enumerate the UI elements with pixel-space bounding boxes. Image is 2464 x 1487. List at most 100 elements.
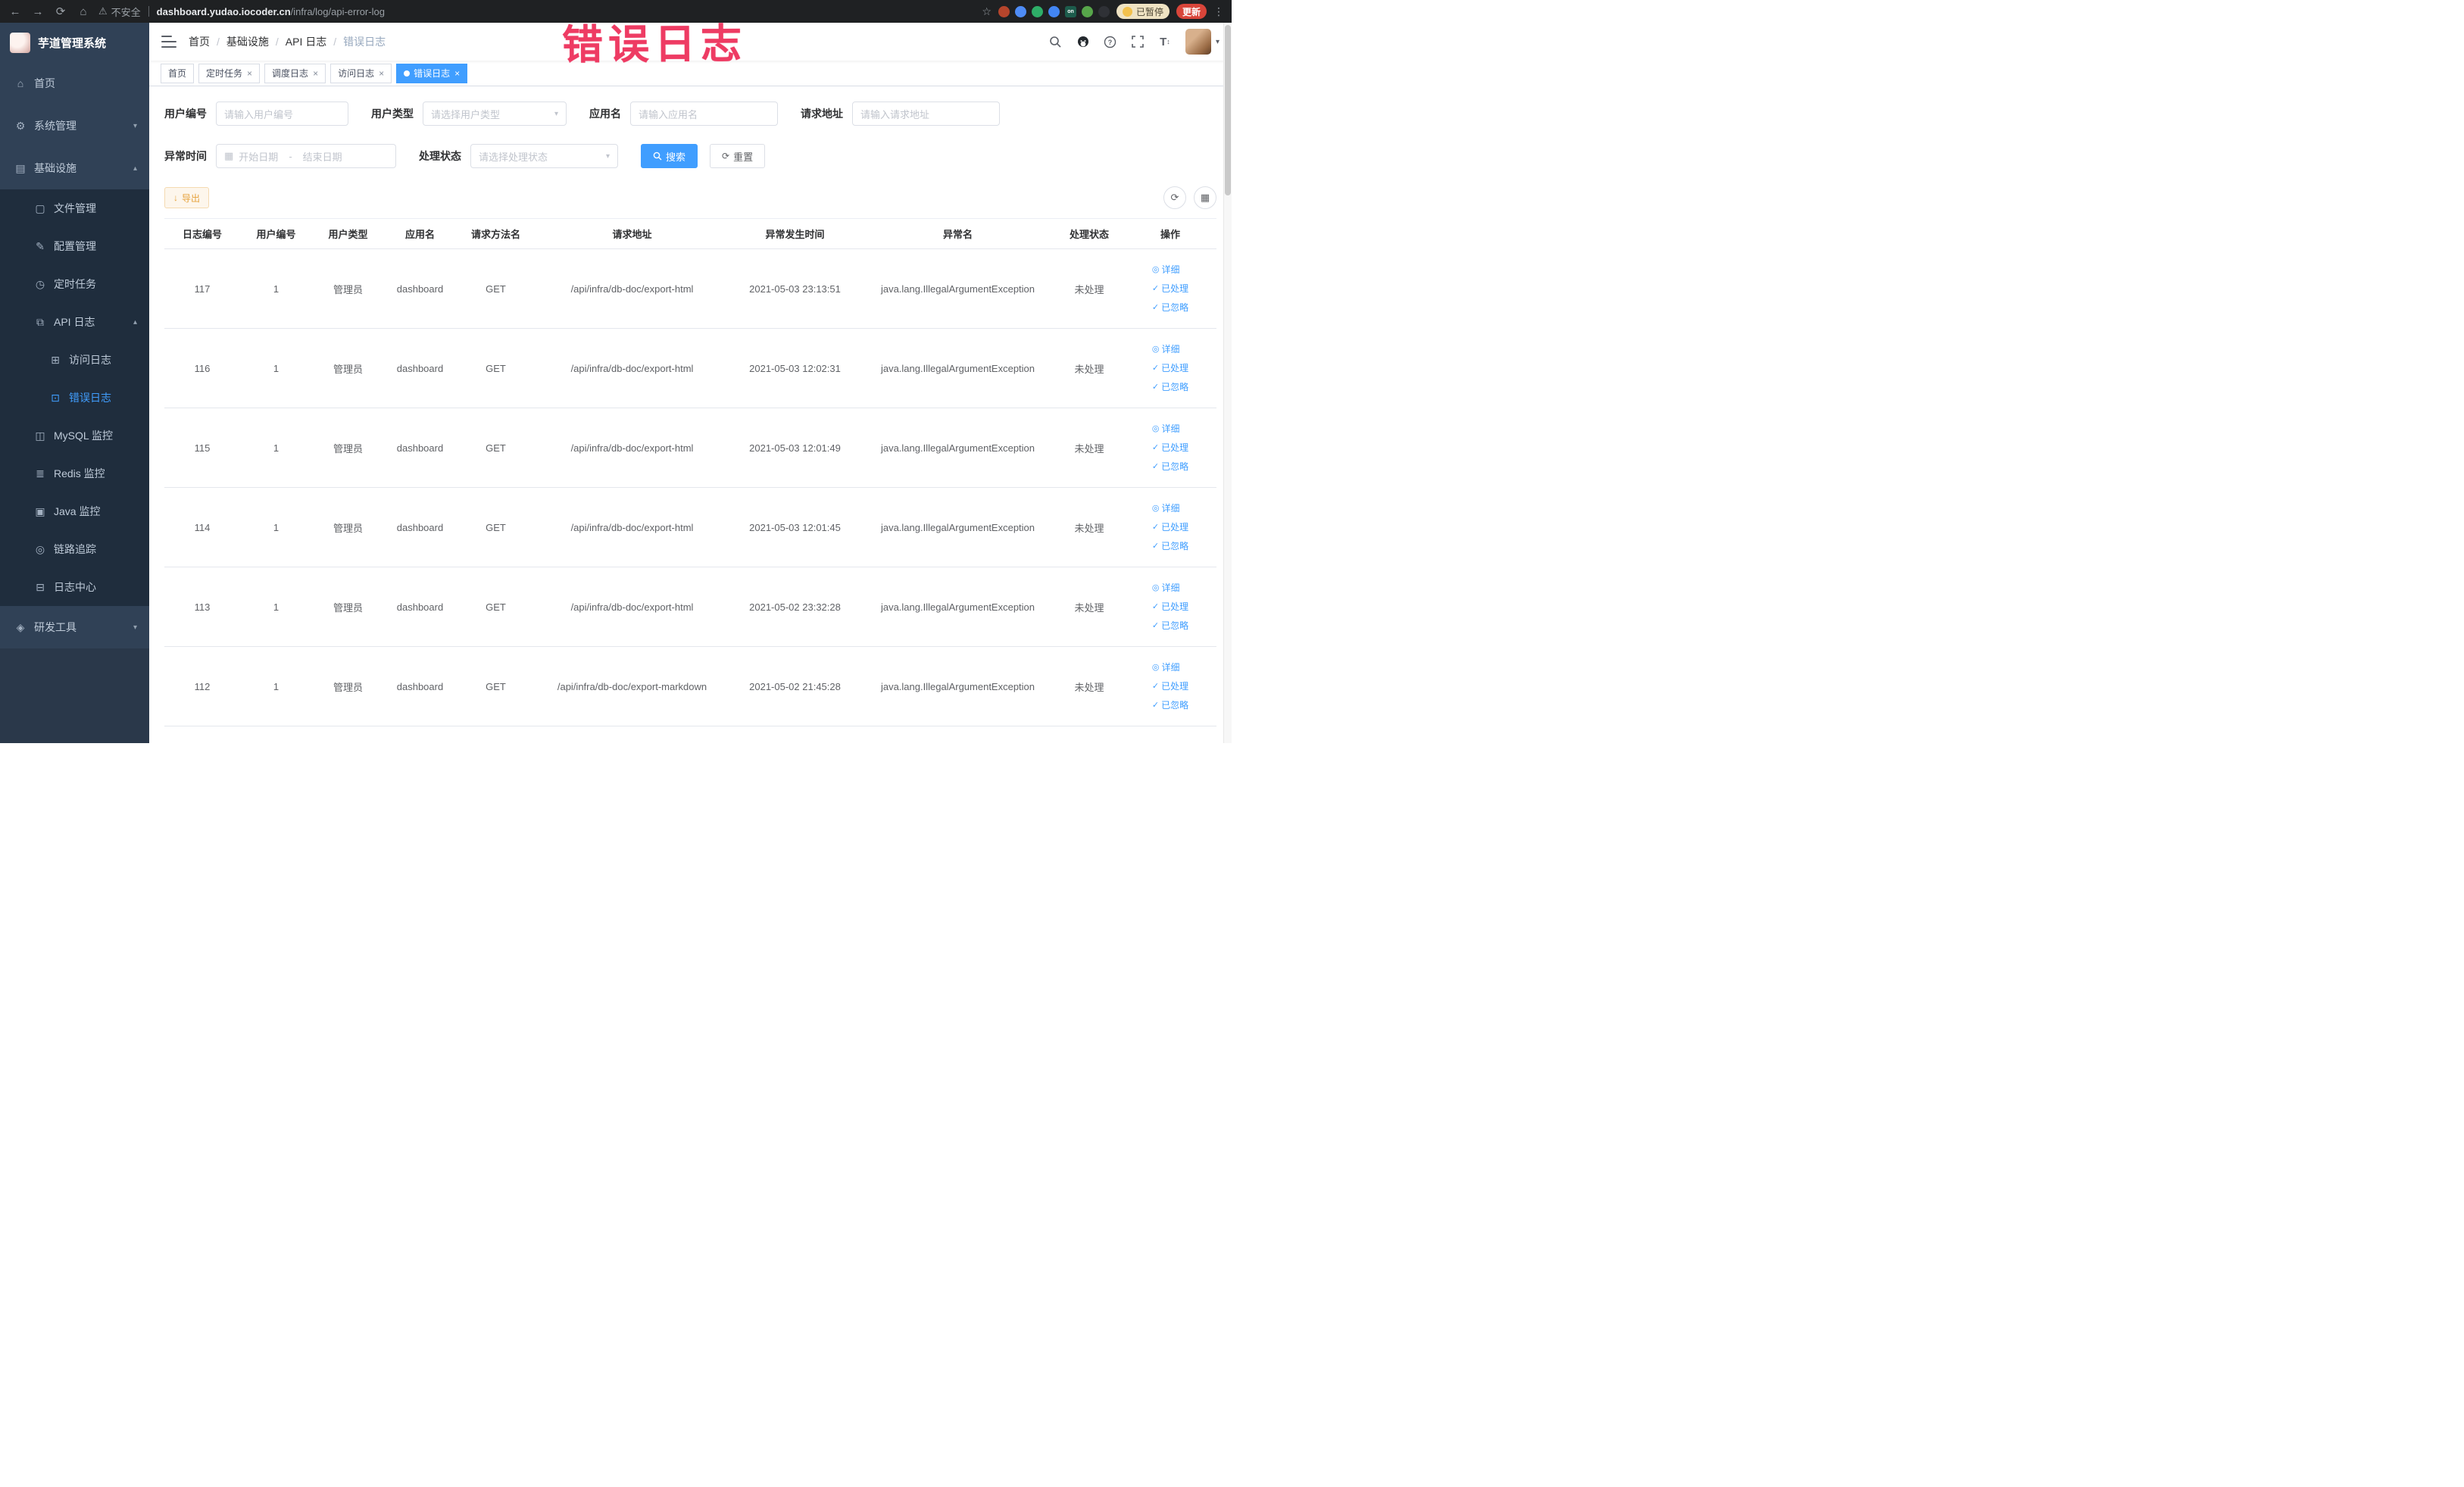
close-icon[interactable]: × bbox=[379, 68, 384, 79]
update-button[interactable]: 更新 bbox=[1176, 4, 1207, 19]
cell-user_id: 1 bbox=[240, 328, 312, 408]
breadcrumb-item[interactable]: 首页 bbox=[189, 34, 210, 49]
reset-button[interactable]: ⟳ 重置 bbox=[710, 144, 766, 168]
close-icon[interactable]: × bbox=[313, 68, 318, 79]
cell-exception: java.lang.IllegalArgumentException bbox=[861, 248, 1054, 329]
ignored-link[interactable]: ✓ 已忽略 bbox=[1152, 458, 1188, 475]
export-button[interactable]: ↓ 导出 bbox=[164, 187, 210, 208]
date-range-picker[interactable]: ▦ 开始日期 - 结束日期 bbox=[216, 144, 396, 168]
request-url-input[interactable]: 请输入请求地址 bbox=[852, 102, 1000, 126]
tab-error-log[interactable]: 错误日志 × bbox=[396, 63, 468, 83]
sidebar-item-config-management[interactable]: ✎ 配置管理 bbox=[0, 227, 149, 265]
breadcrumb-item[interactable]: 基础设施 bbox=[226, 34, 269, 49]
cell-method: GET bbox=[456, 248, 536, 329]
reload-icon[interactable]: ⟳ bbox=[53, 5, 68, 18]
detail-link[interactable]: ◎ 详细 bbox=[1152, 659, 1180, 676]
sidebar-item-system-management[interactable]: ⚙ 系统管理 ▾ bbox=[0, 105, 149, 147]
ignored-link[interactable]: ✓ 已忽略 bbox=[1152, 379, 1188, 395]
processed-link[interactable]: ✓ 已处理 bbox=[1152, 360, 1188, 376]
sidebar-item-log-center[interactable]: ⊟ 日志中心 bbox=[0, 568, 149, 606]
extension-icon-4[interactable] bbox=[1048, 5, 1060, 17]
fullscreen-icon[interactable] bbox=[1131, 35, 1145, 48]
close-icon[interactable]: × bbox=[247, 68, 252, 79]
tab-schedule-log[interactable]: 调度日志 × bbox=[264, 63, 326, 83]
user-menu[interactable]: ▾ bbox=[1185, 29, 1220, 55]
processed-link[interactable]: ✓ 已处理 bbox=[1152, 280, 1188, 297]
cell-time: 2021-05-03 12:01:49 bbox=[729, 408, 861, 488]
app-name-input[interactable]: 请输入应用名 bbox=[630, 102, 778, 126]
cell-exception: java.lang.IllegalArgumentException bbox=[861, 487, 1054, 567]
process-status-select[interactable]: 请选择处理状态 ▾ bbox=[470, 144, 618, 168]
processed-link[interactable]: ✓ 已处理 bbox=[1152, 439, 1188, 456]
row-actions: ◎ 详细 ✓ 已处理 ✓ 已忽略 bbox=[1152, 420, 1188, 475]
sidebar-item-mysql-monitor[interactable]: ◫ MySQL 监控 bbox=[0, 417, 149, 455]
scrollbar-thumb[interactable] bbox=[1225, 25, 1231, 195]
sidebar-item-link-tracing[interactable]: ◎ 链路追踪 bbox=[0, 530, 149, 568]
cell-url: /api/infra/db-doc/export-markdown bbox=[536, 646, 729, 726]
detail-link[interactable]: ◎ 详细 bbox=[1152, 261, 1180, 278]
breadcrumb-item[interactable]: API 日志 bbox=[286, 34, 326, 49]
sidebar-logo[interactable]: 芋道管理系统 bbox=[0, 23, 149, 62]
screen: ← → ⟳ ⌂ ⚠ 不安全 dashboard.yudao.iocoder.cn… bbox=[0, 0, 1232, 743]
bookmark-star-icon[interactable]: ☆ bbox=[982, 5, 992, 18]
security-indicator[interactable]: ⚠ 不安全 bbox=[98, 5, 141, 19]
sidebar-item-access-log[interactable]: ⊞ 访问日志 bbox=[0, 341, 149, 379]
user-type-select[interactable]: 请选择用户类型 ▾ bbox=[423, 102, 567, 126]
browser-home-icon[interactable]: ⌂ bbox=[76, 5, 91, 18]
detail-link[interactable]: ◎ 详细 bbox=[1152, 579, 1180, 596]
ignored-link[interactable]: ✓ 已忽略 bbox=[1152, 617, 1188, 634]
sidebar-item-infrastructure[interactable]: ▤ 基础设施 ▴ bbox=[0, 147, 149, 189]
sidebar-item-error-log[interactable]: ⊡ 错误日志 bbox=[0, 379, 149, 417]
sidebar-item-java-monitor[interactable]: ▣ Java 监控 bbox=[0, 492, 149, 530]
check-icon: ✓ bbox=[1151, 701, 1160, 710]
cell-app: dashboard bbox=[384, 248, 456, 329]
tab-scheduled-tasks[interactable]: 定时任务 × bbox=[198, 63, 261, 83]
processed-link[interactable]: ✓ 已处理 bbox=[1152, 519, 1188, 536]
user-type-label: 用户类型 bbox=[371, 108, 414, 120]
ignored-link[interactable]: ✓ 已忽略 bbox=[1152, 299, 1188, 316]
close-icon[interactable]: × bbox=[454, 68, 460, 79]
extension-icon-7[interactable] bbox=[1098, 5, 1110, 17]
sidebar-item-redis-monitor[interactable]: ≣ Redis 监控 bbox=[0, 455, 149, 492]
detail-link[interactable]: ◎ 详细 bbox=[1152, 420, 1180, 437]
column-settings-button[interactable]: ▦ bbox=[1194, 186, 1216, 209]
sidebar-item-home[interactable]: ⌂ 首页 bbox=[0, 62, 149, 105]
address-bar[interactable]: dashboard.yudao.iocoder.cn/infra/log/api… bbox=[157, 6, 385, 17]
processed-link[interactable]: ✓ 已处理 bbox=[1152, 598, 1188, 615]
paused-badge[interactable]: 已暂停 bbox=[1116, 4, 1170, 19]
tab-home[interactable]: 首页 bbox=[161, 63, 195, 83]
processed-link[interactable]: ✓ 已处理 bbox=[1152, 678, 1188, 695]
font-size-icon[interactable]: T ↕ bbox=[1158, 35, 1172, 48]
smiley-avatar-icon bbox=[1122, 6, 1132, 17]
search-icon[interactable] bbox=[1049, 35, 1063, 48]
sidebar-item-scheduled-tasks[interactable]: ◷ 定时任务 bbox=[0, 265, 149, 303]
column-header: 用户类型 bbox=[312, 218, 384, 249]
hamburger-icon[interactable] bbox=[161, 36, 176, 48]
sidebar-item-api-logs[interactable]: ⧉ API 日志 ▴ bbox=[0, 303, 149, 341]
help-icon[interactable]: ? bbox=[1104, 35, 1117, 48]
search-button[interactable]: 搜索 bbox=[641, 144, 698, 168]
sidebar-item-file-management[interactable]: ▢ 文件管理 bbox=[0, 189, 149, 227]
github-icon[interactable] bbox=[1076, 35, 1090, 48]
back-arrow-icon[interactable]: ← bbox=[8, 5, 23, 18]
forward-arrow-icon[interactable]: → bbox=[30, 5, 45, 18]
extension-icon-1[interactable] bbox=[998, 5, 1010, 17]
detail-link[interactable]: ◎ 详细 bbox=[1152, 341, 1180, 358]
detail-link[interactable]: ◎ 详细 bbox=[1152, 500, 1180, 517]
refresh-button[interactable]: ⟳ bbox=[1163, 186, 1186, 209]
extension-icon-3[interactable] bbox=[1031, 5, 1043, 17]
browser-menu-icon[interactable]: ⋮ bbox=[1213, 5, 1224, 18]
column-header: 异常发生时间 bbox=[729, 218, 861, 249]
ignored-link[interactable]: ✓ 已忽略 bbox=[1152, 697, 1188, 714]
user-id-input[interactable]: 请输入用户编号 bbox=[216, 102, 348, 126]
sidebar-item-dev-tools[interactable]: ◈ 研发工具 ▾ bbox=[0, 606, 149, 648]
cell-user_type: 管理员 bbox=[312, 487, 384, 567]
extension-icon-2[interactable] bbox=[1014, 5, 1026, 17]
page-scrollbar[interactable] bbox=[1223, 23, 1232, 743]
cell-exception: java.lang.IllegalArgumentException bbox=[861, 567, 1054, 647]
extension-icon-5[interactable]: on bbox=[1064, 5, 1076, 17]
extension-icon-6[interactable] bbox=[1081, 5, 1093, 17]
ignored-link[interactable]: ✓ 已忽略 bbox=[1152, 538, 1188, 555]
tab-access-log[interactable]: 访问日志 × bbox=[330, 63, 392, 83]
cell-actions: ◎ 详细 ✓ 已处理 ✓ 已忽略 bbox=[1124, 646, 1216, 726]
